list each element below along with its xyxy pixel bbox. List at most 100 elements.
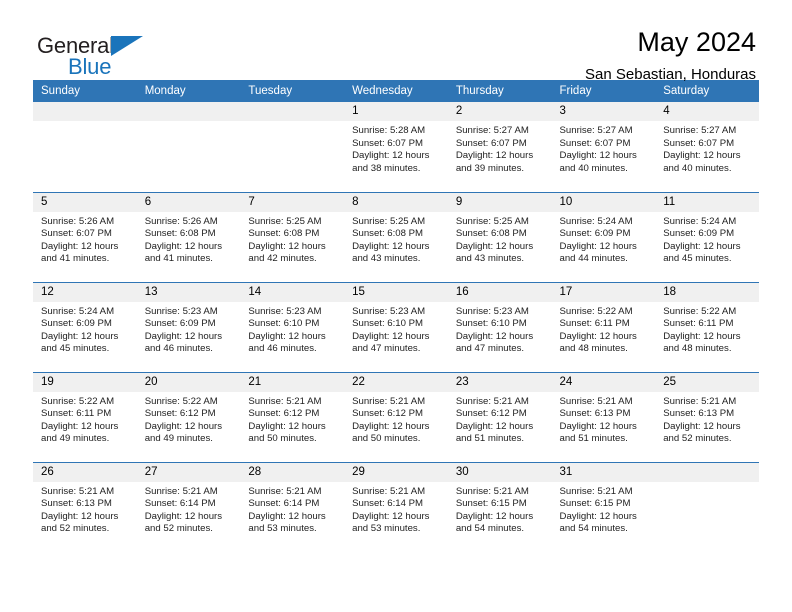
calendar-day-cell[interactable]: 1 Sunrise: 5:28 AM Sunset: 6:07 PM Daylight… — [344, 102, 448, 192]
daylight-text: Daylight: 12 hours — [352, 420, 430, 432]
day-details: Sunrise: 5:24 AM Sunset: 6:09 PM Daylight:… — [552, 212, 656, 266]
day-details: Sunrise: 5:21 AM Sunset: 6:13 PM Daylight:… — [33, 482, 137, 536]
sunset-text: Sunset: 6:08 PM — [144, 228, 216, 240]
logo-text-blue: Blue — [68, 54, 112, 79]
sunset-text: Sunset: 6:15 PM — [455, 498, 527, 510]
calendar-day-cell[interactable]: 3 Sunrise: 5:27 AM Sunset: 6:07 PM Daylight… — [551, 102, 656, 192]
day-number — [136, 102, 241, 121]
calendar-day-cell[interactable]: 26 Sunrise: 5:21 AM Sunset: 6:13 PM Dayligh… — [33, 461, 137, 552]
day-number: 25 — [655, 372, 759, 392]
daylight-text: and 46 minutes. — [144, 343, 213, 355]
calendar-day-cell[interactable]: 23 Sunrise: 5:21 AM Sunset: 6:12 PM Dayligh… — [447, 371, 552, 462]
sunrise-text: Sunrise: 5:22 AM — [144, 395, 218, 407]
daylight-text: Daylight: 12 hours — [559, 240, 637, 252]
day-number: 8 — [344, 192, 448, 212]
sunrise-text: Sunrise: 5:24 AM — [41, 305, 115, 317]
day-details: Sunrise: 5:24 AM Sunset: 6:09 PM Daylight:… — [33, 302, 137, 356]
calendar-day-cell[interactable]: 28 Sunrise: 5:21 AM Sunset: 6:14 PM Dayligh… — [240, 461, 345, 552]
calendar-page: General Blue May 2024 San Sebastian, Hon… — [0, 0, 792, 612]
sunrise-text: Sunrise: 5:23 AM — [144, 305, 218, 317]
calendar-day-cell[interactable]: 30 Sunrise: 5:21 AM Sunset: 6:15 PM Dayligh… — [447, 461, 552, 552]
calendar-day-cell[interactable]: 31 Sunrise: 5:21 AM Sunset: 6:15 PM Dayligh… — [551, 461, 656, 552]
calendar-day-cell[interactable]: 17 Sunrise: 5:22 AM Sunset: 6:11 PM Dayligh… — [551, 281, 656, 372]
daylight-text: Daylight: 12 hours — [248, 240, 326, 252]
sunset-text: Sunset: 6:08 PM — [455, 228, 527, 240]
calendar-day-cell[interactable]: 8 Sunrise: 5:25 AM Sunset: 6:08 PM Daylight… — [344, 191, 448, 282]
calendar-day-cell[interactable]: 13 Sunrise: 5:23 AM Sunset: 6:09 PM Dayligh… — [136, 281, 241, 372]
daylight-text: Daylight: 12 hours — [663, 240, 741, 252]
daylight-text: Daylight: 12 hours — [41, 240, 119, 252]
daylight-text: Daylight: 12 hours — [352, 330, 430, 342]
calendar-day-cell[interactable]: 5 Sunrise: 5:26 AM Sunset: 6:07 PM Daylight… — [33, 191, 137, 282]
calendar-empty-cell — [136, 102, 241, 192]
daylight-text: Daylight: 12 hours — [144, 510, 223, 522]
calendar-day-cell[interactable]: 16 Sunrise: 5:23 AM Sunset: 6:10 PM Dayligh… — [447, 281, 552, 372]
calendar-day-cell[interactable]: 21 Sunrise: 5:21 AM Sunset: 6:12 PM Dayligh… — [240, 371, 345, 462]
calendar-day-cell[interactable]: 18 Sunrise: 5:22 AM Sunset: 6:11 PM Dayligh… — [655, 281, 759, 372]
day-number: 23 — [447, 372, 552, 392]
calendar-empty-cell — [240, 102, 345, 192]
sunrise-text: Sunrise: 5:26 AM — [41, 215, 115, 227]
calendar-day-cell[interactable]: 6 Sunrise: 5:26 AM Sunset: 6:08 PM Daylight… — [136, 191, 241, 282]
sunset-text: Sunset: 6:09 PM — [559, 228, 631, 240]
sunrise-text: Sunrise: 5:21 AM — [248, 485, 322, 497]
calendar-day-cell[interactable]: 11 Sunrise: 5:24 AM Sunset: 6:09 PM Dayligh… — [655, 191, 759, 282]
sunrise-text: Sunrise: 5:27 AM — [455, 125, 529, 136]
day-number: 21 — [240, 372, 345, 392]
calendar-day-cell[interactable]: 9 Sunrise: 5:25 AM Sunset: 6:08 PM Daylight… — [447, 191, 552, 282]
day-number: 5 — [33, 192, 137, 212]
daylight-text: and 44 minutes. — [559, 253, 628, 265]
calendar-day-cell[interactable]: 14 Sunrise: 5:23 AM Sunset: 6:10 PM Dayligh… — [240, 281, 345, 372]
sunrise-text: Sunrise: 5:21 AM — [663, 395, 737, 407]
calendar-day-cell[interactable]: 25 Sunrise: 5:21 AM Sunset: 6:13 PM Dayligh… — [655, 371, 759, 462]
daylight-text: and 53 minutes. — [352, 523, 421, 535]
daylight-text: and 41 minutes. — [144, 253, 213, 265]
day-number: 7 — [240, 192, 345, 212]
daylight-text: and 49 minutes. — [41, 433, 110, 445]
calendar-day-cell[interactable]: 10 Sunrise: 5:24 AM Sunset: 6:09 PM Dayligh… — [551, 191, 656, 282]
sunset-text: Sunset: 6:10 PM — [248, 318, 320, 330]
calendar-day-cell[interactable]: 4 Sunrise: 5:27 AM Sunset: 6:07 PM Daylight… — [655, 102, 759, 192]
calendar-day-cell[interactable]: 7 Sunrise: 5:25 AM Sunset: 6:08 PM Daylight… — [240, 191, 345, 282]
calendar-day-cell[interactable]: 15 Sunrise: 5:23 AM Sunset: 6:10 PM Dayligh… — [344, 281, 448, 372]
sunset-text: Sunset: 6:07 PM — [455, 137, 527, 149]
calendar-day-cell[interactable]: 2 Sunrise: 5:27 AM Sunset: 6:07 PM Daylight… — [447, 102, 552, 192]
sunrise-text: Sunrise: 5:23 AM — [352, 305, 426, 317]
daylight-text: Daylight: 12 hours — [559, 510, 637, 522]
calendar-day-cell[interactable]: 12 Sunrise: 5:24 AM Sunset: 6:09 PM Dayligh… — [33, 281, 137, 372]
daylight-text: Daylight: 12 hours — [144, 420, 223, 432]
day-details: Sunrise: 5:21 AM Sunset: 6:15 PM Daylight:… — [448, 482, 552, 536]
day-details: Sunrise: 5:23 AM Sunset: 6:10 PM Daylight:… — [240, 302, 344, 356]
calendar-day-cell[interactable]: 24 Sunrise: 5:21 AM Sunset: 6:13 PM Dayligh… — [551, 371, 656, 462]
daylight-text: Daylight: 12 hours — [663, 420, 741, 432]
day-number: 26 — [33, 462, 137, 482]
sunrise-text: Sunrise: 5:22 AM — [41, 395, 115, 407]
day-details: Sunrise: 5:23 AM Sunset: 6:09 PM Daylight:… — [137, 302, 241, 356]
weekday-header-cell: Wednesday — [344, 80, 448, 102]
calendar-week-row: 26 Sunrise: 5:21 AM Sunset: 6:13 PM Dayligh… — [33, 461, 759, 552]
day-number: 10 — [551, 192, 656, 212]
calendar-day-cell[interactable]: 29 Sunrise: 5:21 AM Sunset: 6:14 PM Dayligh… — [344, 461, 448, 552]
calendar-day-cell[interactable]: 19 Sunrise: 5:22 AM Sunset: 6:11 PM Dayligh… — [33, 371, 137, 462]
daylight-text: and 51 minutes. — [559, 433, 628, 445]
sunset-text: Sunset: 6:14 PM — [248, 498, 320, 510]
day-number: 12 — [33, 282, 137, 302]
daylight-text: and 50 minutes. — [248, 433, 317, 445]
day-details: Sunrise: 5:27 AM Sunset: 6:07 PM Daylight:… — [655, 121, 759, 175]
daylight-text: Daylight: 12 hours — [248, 330, 326, 342]
calendar-day-cell[interactable]: 20 Sunrise: 5:22 AM Sunset: 6:12 PM Dayligh… — [136, 371, 241, 462]
daylight-text: Daylight: 12 hours — [352, 240, 430, 252]
calendar-week-row: 12 Sunrise: 5:24 AM Sunset: 6:09 PM Dayligh… — [33, 281, 759, 372]
day-details: Sunrise: 5:21 AM Sunset: 6:12 PM Daylight:… — [344, 392, 448, 446]
calendar-week-row: 19 Sunrise: 5:22 AM Sunset: 6:11 PM Dayligh… — [33, 371, 759, 462]
sunrise-text: Sunrise: 5:25 AM — [455, 215, 529, 227]
sunrise-text: Sunrise: 5:25 AM — [248, 215, 322, 227]
calendar-day-cell[interactable]: 22 Sunrise: 5:21 AM Sunset: 6:12 PM Dayligh… — [344, 371, 448, 462]
sunrise-text: Sunrise: 5:23 AM — [248, 305, 322, 317]
day-details: Sunrise: 5:21 AM Sunset: 6:14 PM Daylight:… — [137, 482, 241, 536]
day-details: Sunrise: 5:26 AM Sunset: 6:07 PM Daylight:… — [33, 212, 137, 266]
sunset-text: Sunset: 6:08 PM — [352, 228, 424, 240]
day-details: Sunrise: 5:22 AM Sunset: 6:11 PM Daylight:… — [552, 302, 656, 356]
day-number: 29 — [344, 462, 448, 482]
calendar-day-cell[interactable]: 27 Sunrise: 5:21 AM Sunset: 6:14 PM Dayligh… — [136, 461, 241, 552]
